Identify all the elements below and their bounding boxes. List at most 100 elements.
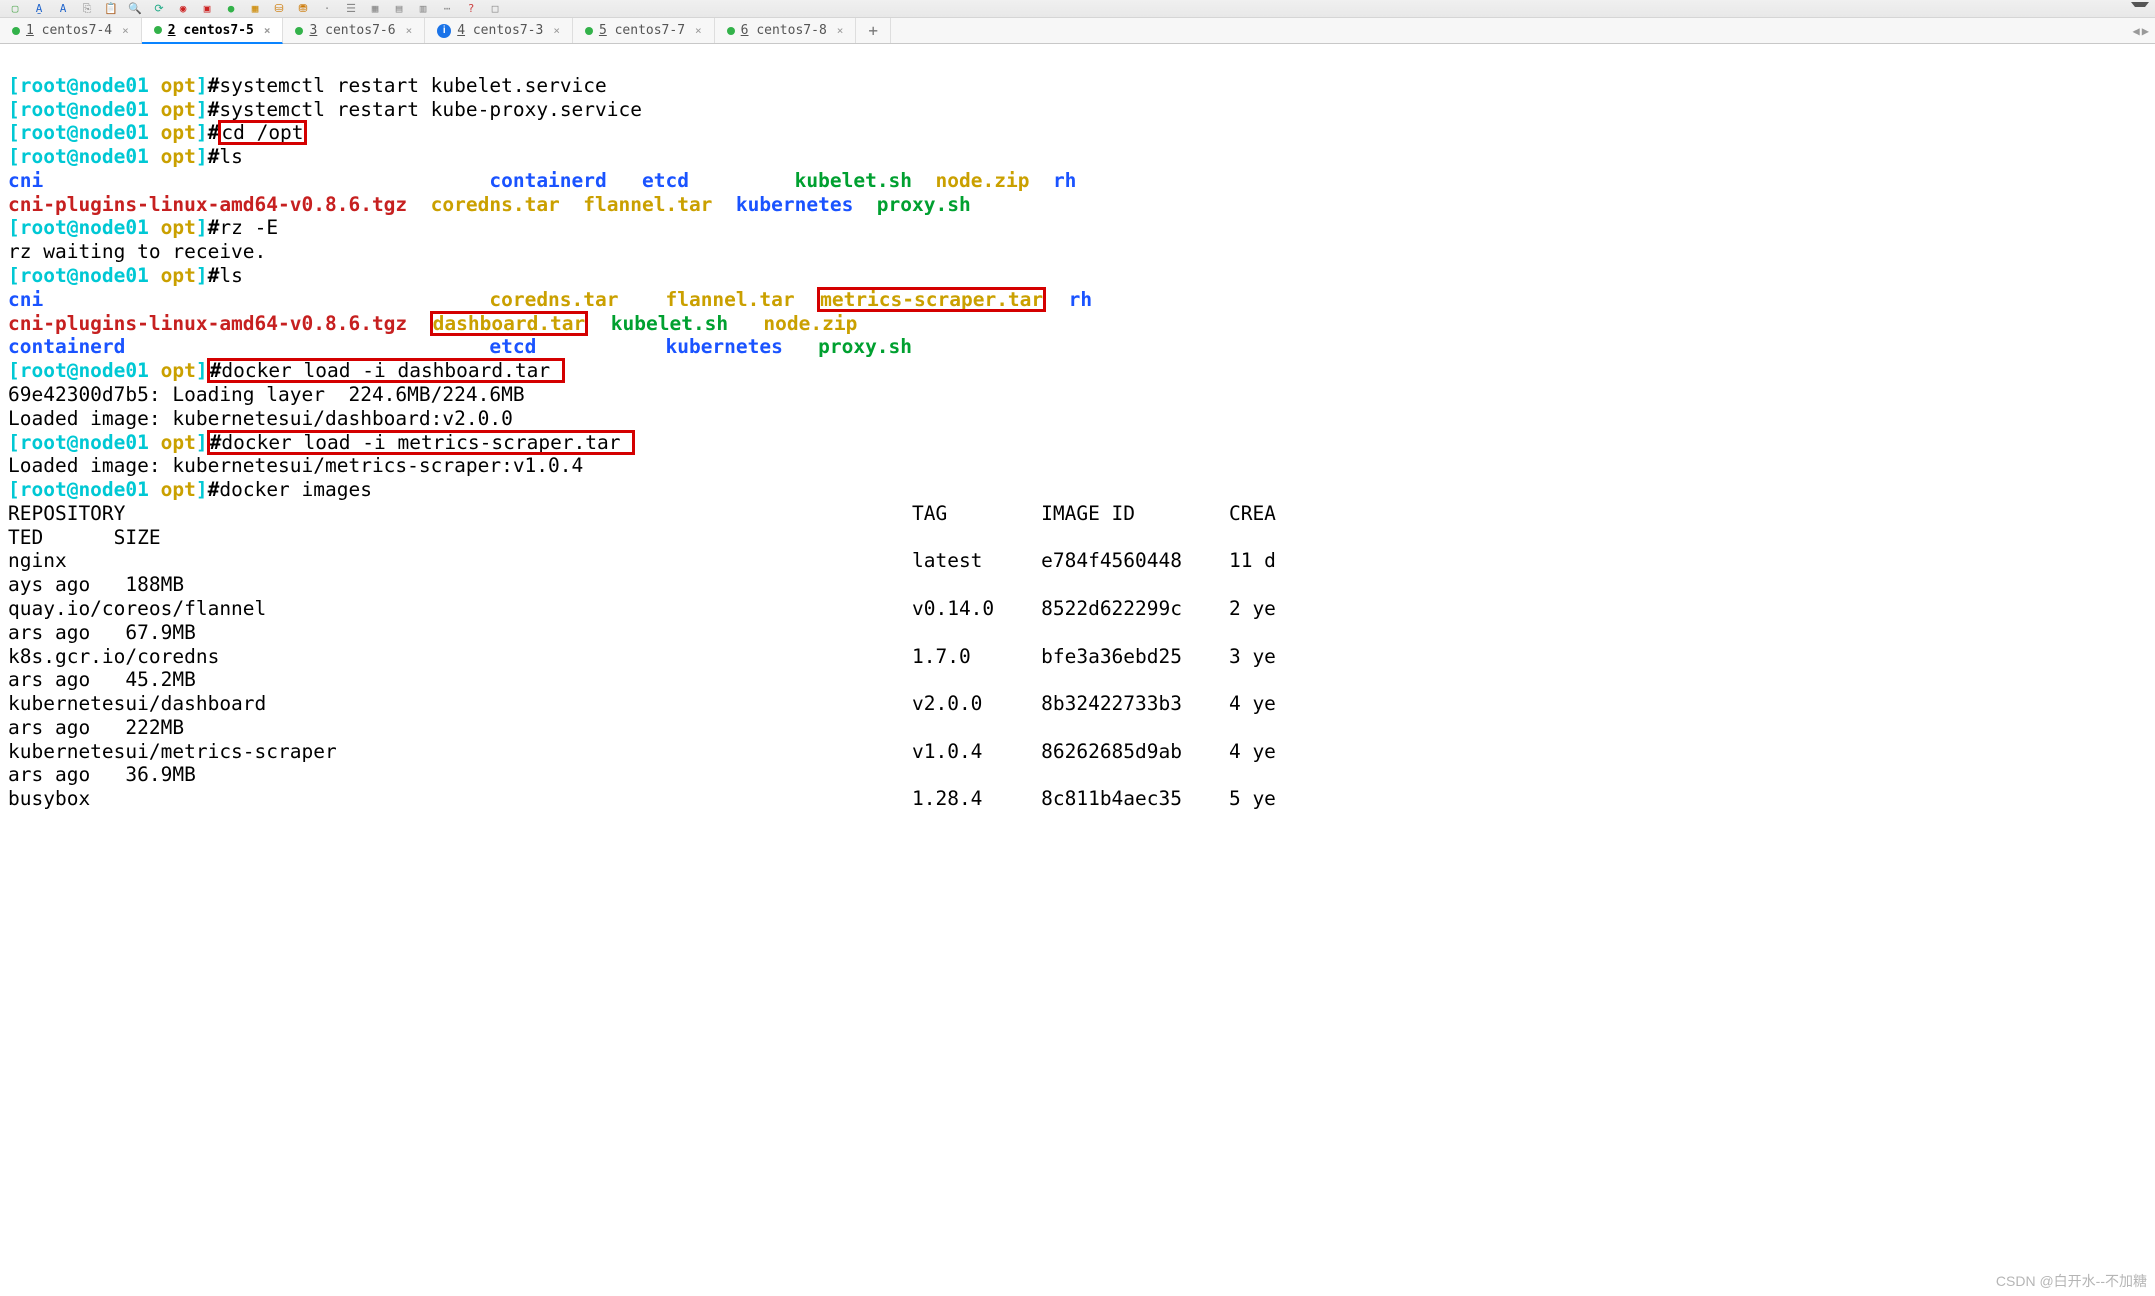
db2-icon[interactable]: ⛃ [294, 2, 312, 16]
ls-item: coredns.tar [489, 288, 618, 311]
list-icon[interactable]: ☰ [342, 2, 360, 16]
cmd-line: rz -E [219, 216, 278, 239]
ls-item: flannel.tar [583, 193, 712, 216]
app-icon[interactable]: □ [486, 2, 504, 16]
table-row: nginx latest e784f4560448 11 d [8, 549, 1276, 572]
ls-item: kubelet.sh [795, 169, 912, 192]
ls-item: rh [1069, 288, 1092, 311]
status-dot-icon [727, 27, 735, 35]
table-row: kubernetesui/dashboard v2.0.0 8b32422733… [8, 692, 1276, 715]
table-row: busybox 1.28.4 8c811b4aec35 5 ye [8, 787, 1276, 810]
prompt-path: opt [161, 359, 196, 382]
status-dot-icon [154, 26, 162, 34]
table-row: ars ago 45.2MB [8, 668, 196, 691]
prompt-path: opt [161, 121, 196, 144]
layout-icon[interactable]: ▤ [390, 2, 408, 16]
prompt-user: [root@node01 [8, 145, 161, 168]
grid-icon[interactable]: ▦ [366, 2, 384, 16]
tab-label: 4 centos7-3 [457, 23, 543, 38]
ls-item: dashboard.tar [431, 312, 588, 335]
table-row: kubernetesui/metrics-scraper v1.0.4 8626… [8, 740, 1276, 763]
ls-item: kubelet.sh [611, 312, 728, 335]
tab-prev-button[interactable]: ◀ [2133, 24, 2140, 38]
tab-label: 3 centos7-6 [309, 23, 395, 38]
prompt-close: ] [196, 145, 208, 168]
ls-item: cni-plugins-linux-amd64-v0.8.6.tgz [8, 193, 407, 216]
copy-icon[interactable]: ⎘ [78, 2, 96, 16]
prompt-path: opt [161, 145, 196, 168]
prompt-path: opt [161, 478, 196, 501]
cmd-line: cd /opt [219, 121, 305, 144]
tab-label: 1 centos7-4 [26, 23, 112, 38]
font-a2-icon[interactable]: A [54, 2, 72, 16]
run-icon[interactable]: ◉ [174, 2, 192, 16]
close-icon[interactable]: × [122, 24, 129, 37]
status-dot-icon [295, 27, 303, 35]
tab-label: 6 centos7-8 [741, 23, 827, 38]
ls-item: metrics-scraper.tar [818, 288, 1045, 311]
close-icon[interactable]: × [406, 24, 413, 37]
prompt-user: [root@node01 [8, 431, 161, 454]
prompt-path: opt [161, 264, 196, 287]
ls-item: cni [8, 288, 43, 311]
close-icon[interactable]: × [837, 24, 844, 37]
prompt-user: [root@node01 [8, 264, 161, 287]
toolbar-dropdown[interactable] [2131, 2, 2149, 16]
status-dot-icon [12, 27, 20, 35]
prompt-hash: # [208, 74, 220, 97]
tab-centos7-6[interactable]: 3 centos7-6 × [283, 18, 425, 43]
tab-centos7-8[interactable]: 6 centos7-8 × [715, 18, 857, 43]
output-line: rz waiting to receive. [8, 240, 266, 263]
ls-item: flannel.tar [665, 288, 794, 311]
ls-item: node.zip [936, 169, 1030, 192]
prompt-close: ] [196, 74, 208, 97]
tab-add-button[interactable]: + [856, 18, 891, 43]
paste-icon[interactable]: 📋 [102, 2, 120, 16]
tab-centos7-4[interactable]: 1 centos7-4 × [0, 18, 142, 43]
help-icon[interactable]: ? [462, 2, 480, 16]
layout2-icon[interactable]: ▥ [414, 2, 432, 16]
db-icon[interactable]: ⛁ [270, 2, 288, 16]
prompt-hash: # [208, 121, 220, 144]
tab-label: 5 centos7-7 [599, 23, 685, 38]
prompt-hash: # [208, 145, 220, 168]
output-line: Loaded image: kubernetesui/metrics-scrap… [8, 454, 583, 477]
ls-item: proxy.sh [818, 335, 912, 358]
reload-icon[interactable]: ⟳ [150, 2, 168, 16]
tab-centos7-7[interactable]: 5 centos7-7 × [573, 18, 715, 43]
prompt-user: [root@node01 [8, 478, 161, 501]
close-icon[interactable]: × [695, 24, 702, 37]
table-header: TED SIZE [8, 526, 161, 549]
table-row: k8s.gcr.io/coredns 1.7.0 bfe3a36ebd25 3 … [8, 645, 1276, 668]
prompt-close: ] [196, 264, 208, 287]
more-icon[interactable]: ⋯ [438, 2, 456, 16]
prompt-path: opt [161, 216, 196, 239]
output-line: Loaded image: kubernetesui/dashboard:v2.… [8, 407, 513, 430]
search-icon[interactable]: 🔍 [126, 2, 144, 16]
tab-centos7-3[interactable]: i 4 centos7-3 × [425, 18, 573, 43]
terminal-output[interactable]: [root@node01 opt]#systemctl restart kube… [0, 44, 2155, 1296]
table-row: ays ago 188MB [8, 573, 184, 596]
table-row: ars ago 67.9MB [8, 621, 196, 644]
ls-item: kubernetes [665, 335, 782, 358]
font-a-icon[interactable]: A̱ [30, 2, 48, 16]
prompt-hash: # [208, 216, 220, 239]
info-badge-icon: i [437, 24, 451, 38]
sep-icon: · [318, 2, 336, 16]
close-icon[interactable]: × [264, 24, 271, 37]
table-row: ars ago 222MB [8, 716, 184, 739]
tab-next-button[interactable]: ▶ [2142, 24, 2149, 38]
cmd-line: docker images [219, 478, 372, 501]
close-icon[interactable]: × [553, 24, 560, 37]
prompt-user: [root@node01 [8, 121, 161, 144]
status-dot-icon [585, 27, 593, 35]
stop-icon[interactable]: ▣ [198, 2, 216, 16]
ls-item: rh [1053, 169, 1076, 192]
prompt-close: ] [196, 121, 208, 144]
tab-centos7-5[interactable]: 2 centos7-5 × [142, 18, 284, 44]
ls-item: containerd [8, 335, 125, 358]
w-icon[interactable]: ▦ [246, 2, 264, 16]
save-icon[interactable]: ▢ [6, 2, 24, 16]
dot-icon[interactable]: ● [222, 2, 240, 16]
toolbar: ▢ A̱ A ⎘ 📋 🔍 ⟳ ◉ ▣ ● ▦ ⛁ ⛃ · ☰ ▦ ▤ ▥ ⋯ ?… [0, 0, 2155, 18]
